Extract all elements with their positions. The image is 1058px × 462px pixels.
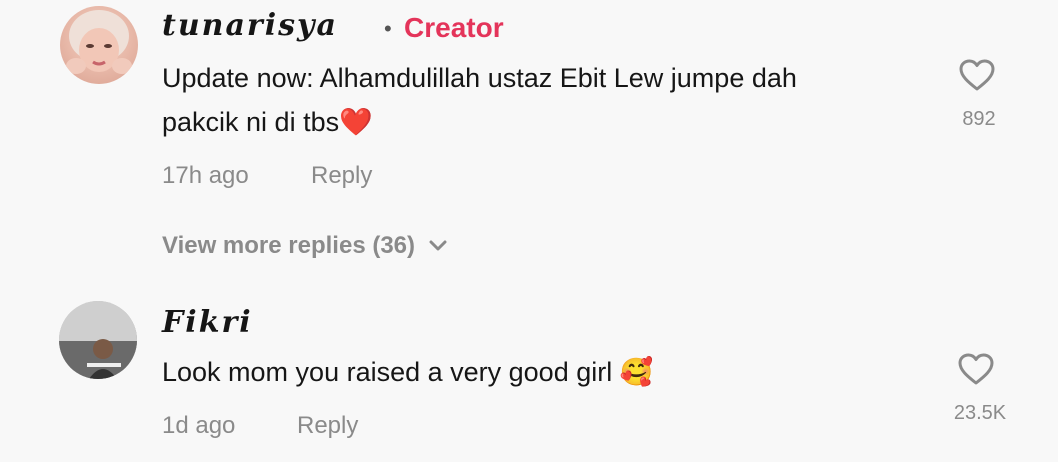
heart-emoji: ❤️ bbox=[339, 107, 373, 137]
comment-time: 1d ago bbox=[162, 412, 236, 439]
heart-outline-icon[interactable] bbox=[957, 352, 995, 386]
comment-text-fragment: pakcik ni di tbs bbox=[162, 107, 340, 137]
username[interactable]: Fikri bbox=[162, 305, 253, 340]
username[interactable]: tunarisya bbox=[162, 8, 338, 43]
comment-time: 17h ago bbox=[162, 162, 249, 189]
avatar[interactable] bbox=[59, 301, 137, 379]
chevron-down-icon bbox=[429, 240, 447, 251]
smiling-face-with-hearts-emoji: 🥰 bbox=[619, 357, 654, 387]
comment-text-line: Update now: Alhamdulillah ustaz Ebit Lew… bbox=[162, 63, 797, 93]
like-count: 23.5K bbox=[953, 402, 1007, 424]
comment-text: Look mom you raised a very good girl 🥰 bbox=[162, 350, 653, 394]
reply-button[interactable]: Reply bbox=[311, 162, 372, 190]
reply-button[interactable]: Reply bbox=[297, 412, 358, 440]
comment-text: Update now: Alhamdulillah ustaz Ebit Lew… bbox=[162, 56, 797, 144]
view-more-label: View more replies (36) bbox=[162, 232, 416, 259]
avatar[interactable] bbox=[60, 6, 138, 84]
heart-outline-icon[interactable] bbox=[958, 58, 996, 92]
creator-badge: Creator bbox=[404, 12, 504, 43]
separator-dot: • bbox=[384, 16, 392, 41]
comment-text-fragment: Look mom you raised a very good girl bbox=[162, 357, 613, 387]
like-count: 892 bbox=[962, 108, 996, 130]
view-more-replies-button[interactable]: View more replies (36) bbox=[162, 232, 447, 260]
comment-text-line-2: pakcik ni di tbs❤️ bbox=[162, 100, 797, 144]
